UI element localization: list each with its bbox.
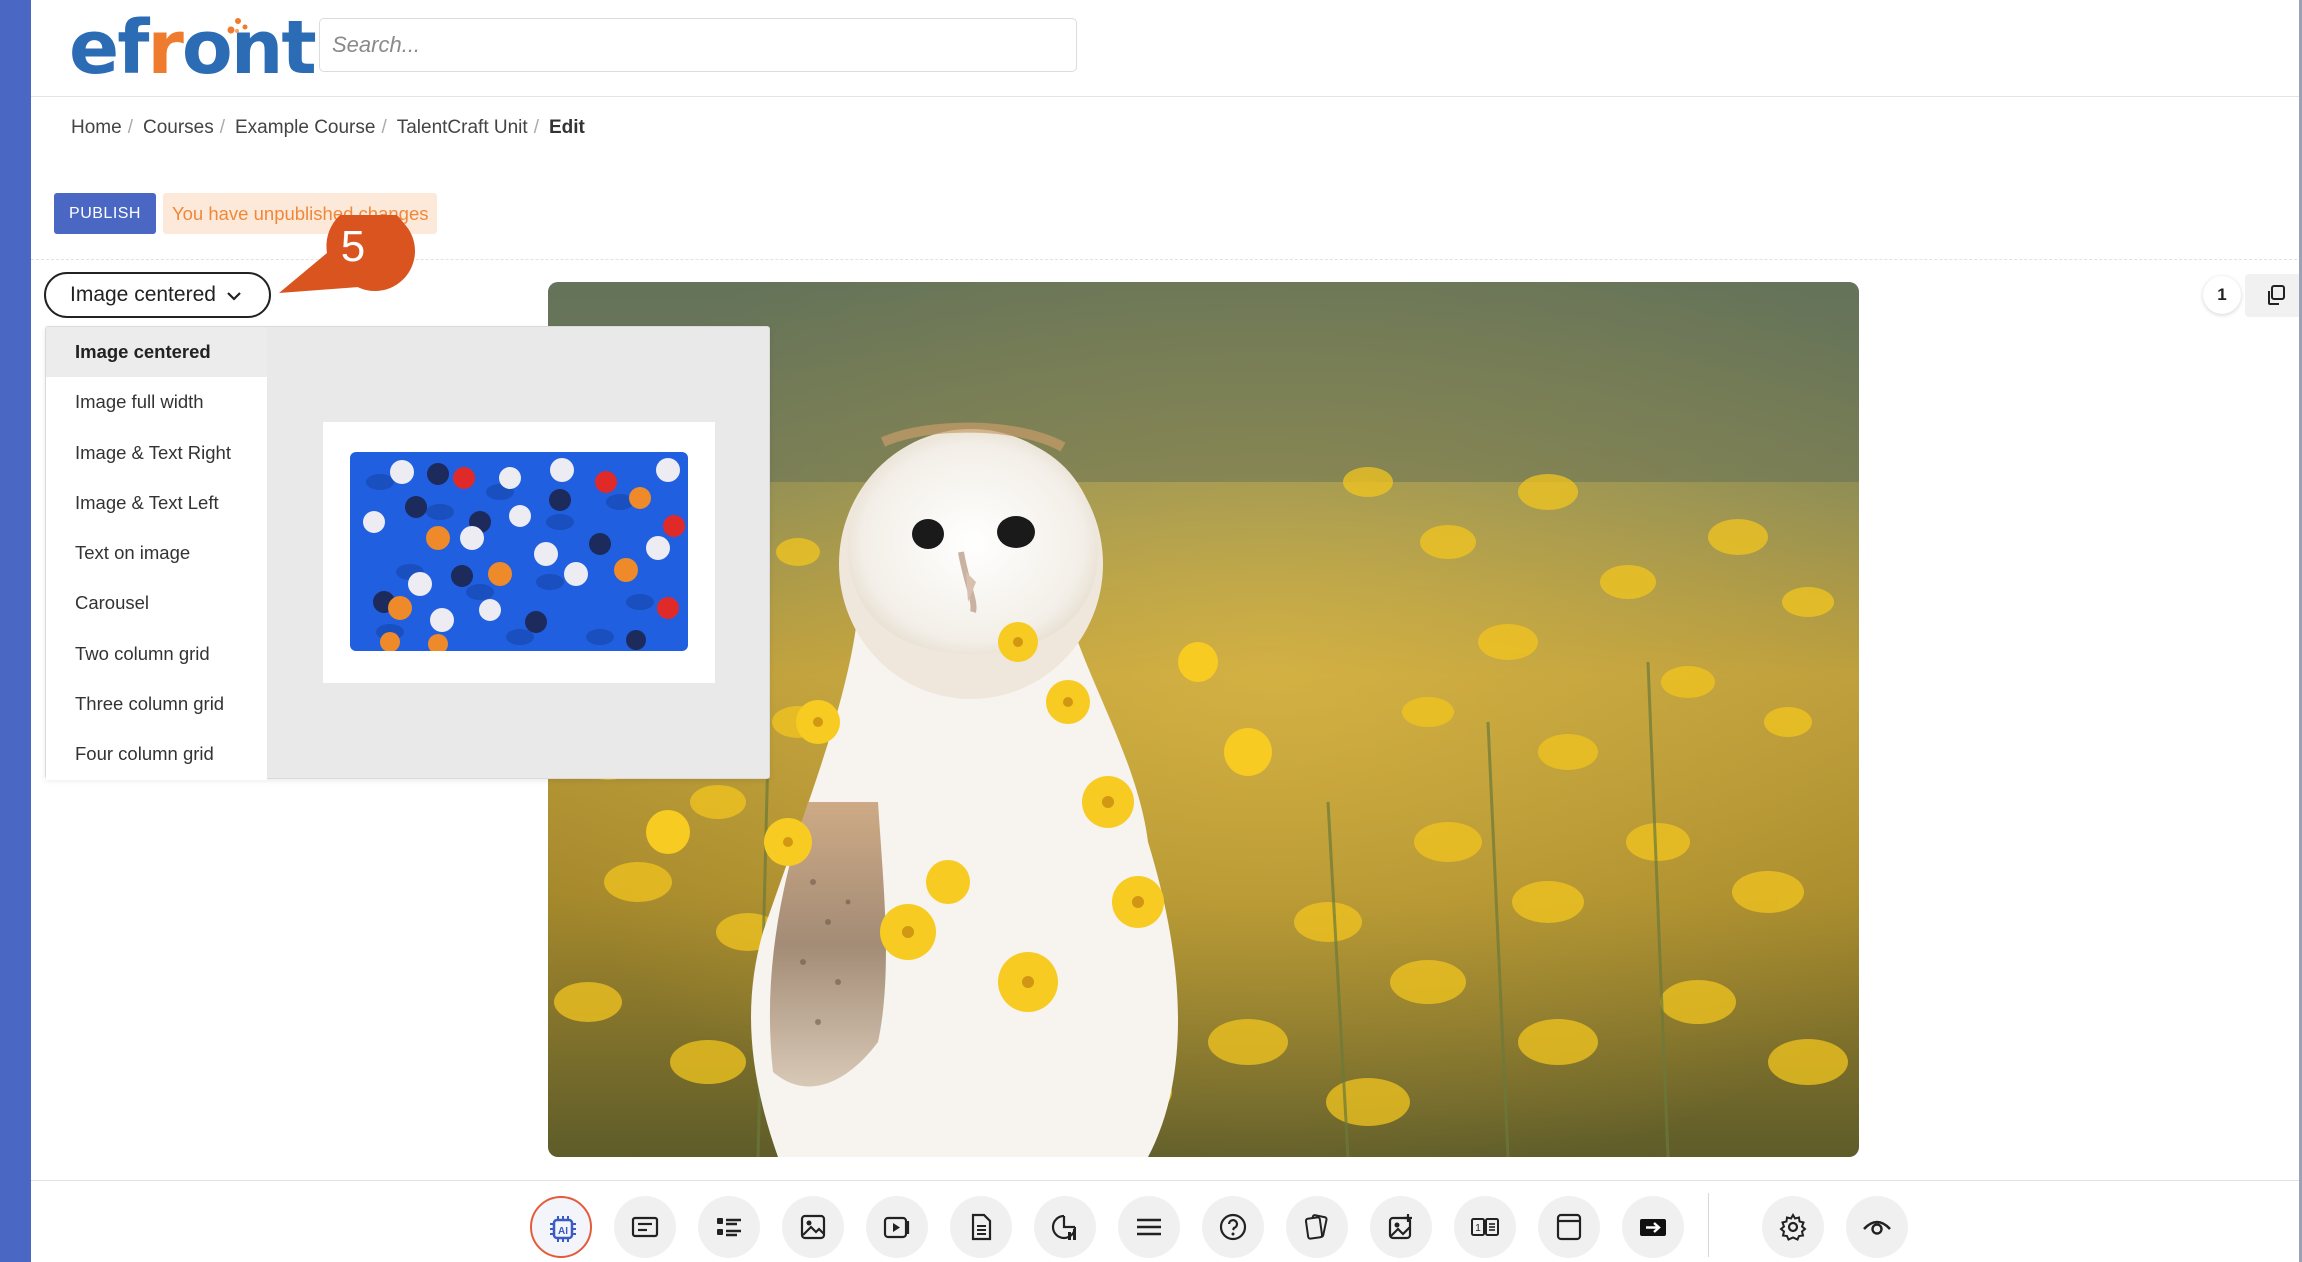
preview-eye-icon: [1863, 1220, 1891, 1235]
layout-select-value: Image centered: [70, 283, 216, 306]
svg-text:AI: AI: [558, 1226, 568, 1237]
duplicate-page-button[interactable]: [2245, 274, 2302, 317]
add-embed-button[interactable]: [1538, 1196, 1600, 1258]
layout-preview: [323, 422, 715, 683]
chevron-down-icon: [227, 292, 241, 301]
breadcrumb-current: Edit: [548, 117, 585, 138]
add-document-button[interactable]: [950, 1196, 1012, 1258]
slide-arrow-icon: [1640, 1219, 1666, 1236]
app-frame: efront Home/Courses/Example Course/Talen…: [0, 0, 2302, 1262]
question-icon: [1219, 1213, 1247, 1241]
text-block-icon: [631, 1216, 659, 1238]
embed-frame-icon: [1556, 1213, 1582, 1241]
editor-window: efront Home/Courses/Example Course/Talen…: [31, 0, 2302, 1262]
add-divider-button[interactable]: [1118, 1196, 1180, 1258]
settings-button[interactable]: [1762, 1196, 1824, 1258]
svg-text:1: 1: [1475, 1223, 1481, 1234]
image-icon: [800, 1214, 826, 1240]
document-icon: [971, 1213, 992, 1241]
add-chart-button[interactable]: [1034, 1196, 1096, 1258]
add-slide-button[interactable]: [1622, 1196, 1684, 1258]
layout-select[interactable]: Image centered: [44, 272, 271, 318]
layout-option-four-column-grid[interactable]: Four column grid: [46, 729, 267, 780]
left-accent-bar: [0, 0, 31, 1262]
breadcrumb-unit[interactable]: TalentCraft Unit: [397, 117, 528, 138]
layout-option-text-on-image[interactable]: Text on image: [46, 528, 267, 579]
layout-preview-image: [350, 452, 688, 651]
ai-assistant-button[interactable]: AI: [530, 1196, 592, 1258]
top-header: efront: [31, 0, 2302, 97]
image-gallery-icon: [1388, 1214, 1412, 1240]
add-gallery-button[interactable]: [1370, 1196, 1432, 1258]
add-numbered-text-button[interactable]: 1: [1454, 1196, 1516, 1258]
publish-button[interactable]: PUBLISH: [54, 193, 156, 234]
layout-option-two-column-grid[interactable]: Two column grid: [46, 628, 267, 680]
layout-option-image-full-width[interactable]: Image full width: [46, 377, 267, 428]
number-text-icon: 1: [1471, 1218, 1499, 1236]
chart-icon: [1051, 1214, 1077, 1240]
toolbar-separator: [1708, 1193, 1709, 1257]
layout-dropdown-menu: Image centered Image full width Image & …: [45, 326, 770, 780]
list-icon: [717, 1218, 741, 1237]
preview-button[interactable]: [1846, 1196, 1908, 1258]
layout-option-three-column-grid[interactable]: Three column grid: [46, 679, 267, 730]
divider-lines-icon: [1137, 1218, 1161, 1236]
efront-logo[interactable]: efront: [69, 8, 317, 88]
page-tools: 1: [2195, 274, 2302, 317]
add-flashcards-button[interactable]: [1286, 1196, 1348, 1258]
content-block-toolbar: AI 1: [31, 1180, 2302, 1262]
add-text-block-button[interactable]: [614, 1196, 676, 1258]
layout-option-image-text-left[interactable]: Image & Text Left: [46, 477, 267, 529]
search-input[interactable]: [319, 18, 1077, 72]
breadcrumb-example-course[interactable]: Example Course: [235, 117, 375, 138]
logo-spark-icon: [227, 18, 248, 34]
breadcrumb-home[interactable]: Home: [71, 117, 122, 138]
breadcrumb-courses[interactable]: Courses: [143, 117, 214, 138]
layout-option-image-centered[interactable]: Image centered: [46, 327, 267, 378]
settings-gear-icon: [1779, 1212, 1807, 1241]
ai-chip-icon: AI: [550, 1216, 576, 1242]
add-image-button[interactable]: [782, 1196, 844, 1258]
breadcrumb: Home / Courses / Example Course / TalentCraft …: [71, 117, 585, 138]
video-icon: [883, 1216, 910, 1239]
add-video-button[interactable]: [866, 1196, 928, 1258]
step-callout-number: 5: [340, 222, 366, 271]
layout-option-carousel[interactable]: Carousel: [46, 578, 267, 629]
layout-options-list: Image centered Image full width Image & …: [46, 327, 267, 780]
add-list-button[interactable]: [698, 1196, 760, 1258]
layout-option-image-text-right[interactable]: Image & Text Right: [46, 427, 267, 478]
page-number-badge[interactable]: 1: [2203, 276, 2241, 314]
copy-icon: [2268, 285, 2285, 305]
add-question-button[interactable]: [1202, 1196, 1264, 1258]
flashcards-icon: [1304, 1214, 1328, 1240]
